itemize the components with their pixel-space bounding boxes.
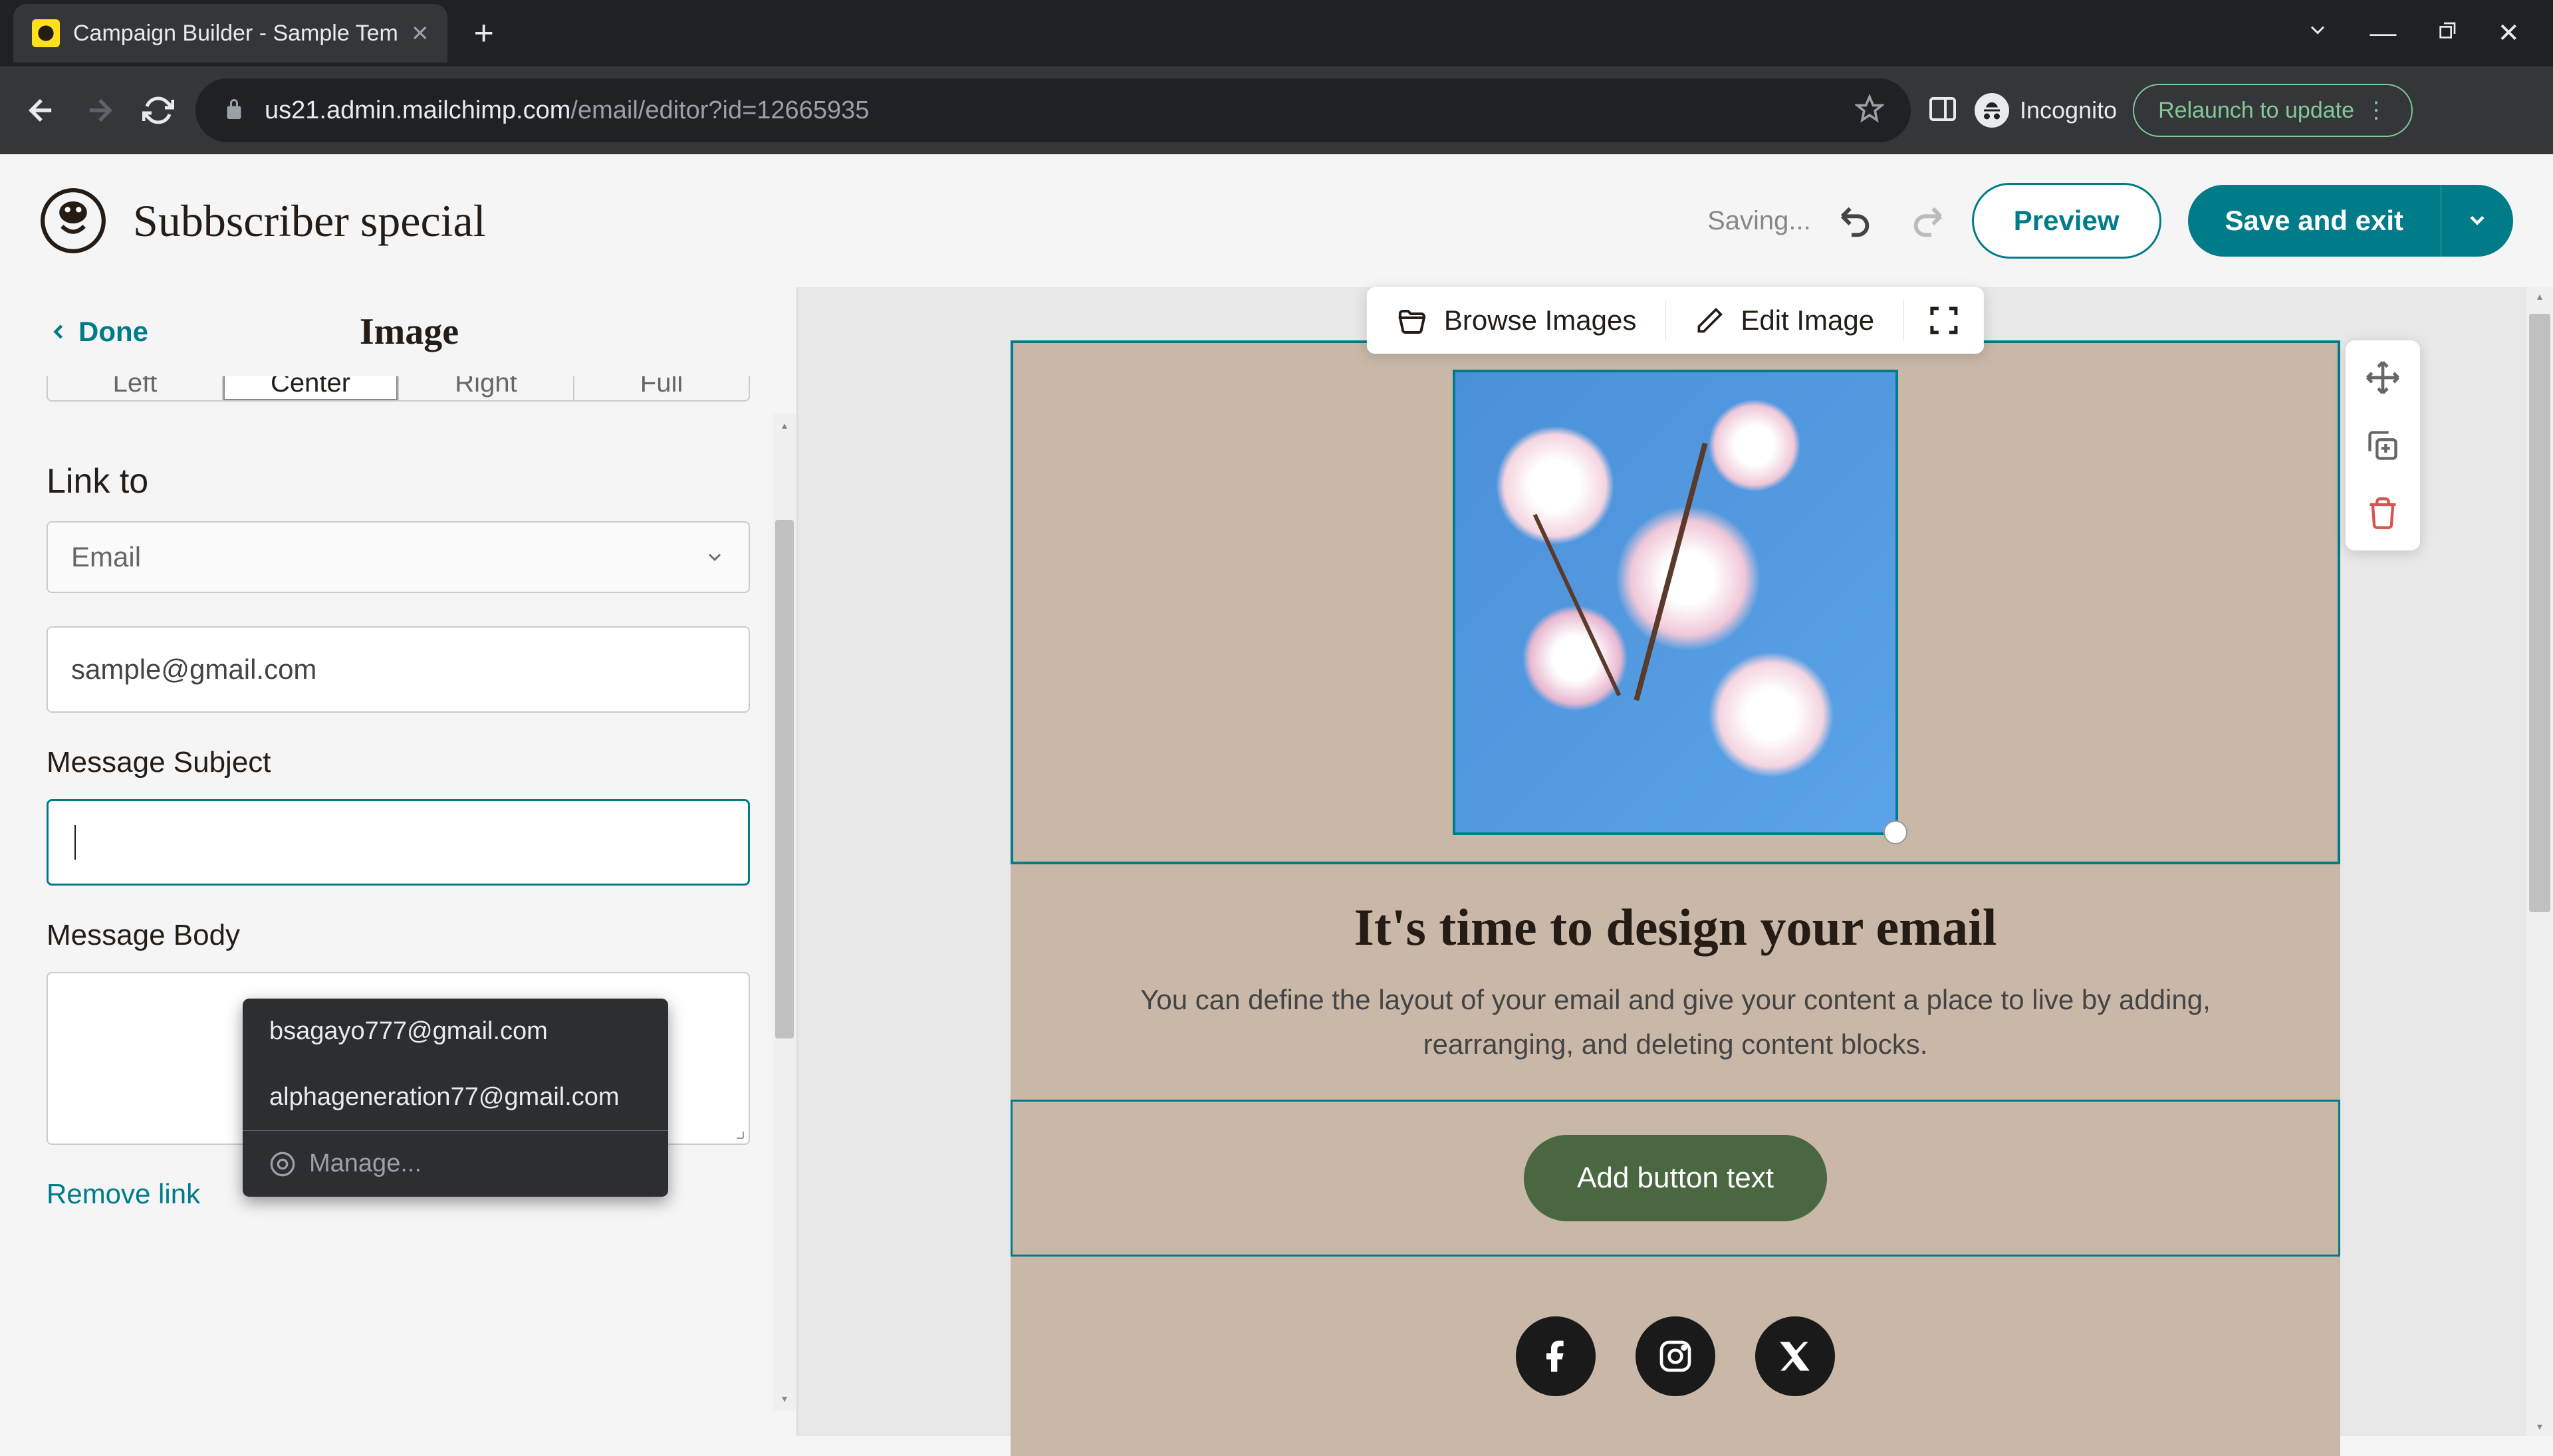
move-block-button[interactable] — [2359, 354, 2407, 402]
link-type-select[interactable]: Email — [47, 521, 750, 593]
window-controls: — ✕ — [2306, 0, 2553, 66]
sidebar-scrollbar[interactable]: ▴ ▾ — [773, 414, 796, 1411]
star-icon[interactable] — [1855, 94, 1884, 127]
forward-button[interactable] — [78, 89, 121, 132]
text-block[interactable]: It's time to design your email You can d… — [1011, 864, 2340, 1100]
browser-url-bar: us21.admin.mailchimp.com/email/editor?id… — [0, 66, 2553, 154]
message-subject-label: Message Subject — [47, 746, 750, 779]
reload-button[interactable] — [137, 89, 180, 132]
edit-image-button[interactable]: Edit Image — [1666, 287, 1903, 354]
mailchimp-logo[interactable] — [40, 187, 106, 254]
fullscreen-button[interactable] — [1904, 287, 1984, 354]
cherry-blossom-image — [1455, 372, 1895, 832]
side-panel-icon[interactable] — [1927, 93, 1959, 128]
new-tab-button[interactable]: + — [474, 13, 494, 53]
link-to-label: Link to — [47, 461, 750, 501]
tab-title: Campaign Builder - Sample Tem — [73, 21, 398, 47]
align-center[interactable]: Center — [223, 376, 399, 400]
tab-search-icon[interactable] — [2306, 18, 2330, 49]
image-element[interactable] — [1453, 370, 1898, 835]
autofill-dropdown: bsagayo777@gmail.com alphageneration77@g… — [243, 999, 668, 1197]
text-cursor — [74, 825, 76, 860]
browser-tab-bar: Campaign Builder - Sample Tem × + — ✕ — [0, 0, 2553, 66]
campaign-name[interactable]: Subbscriber special — [133, 195, 486, 247]
scroll-down-icon[interactable]: ▾ — [773, 1387, 796, 1411]
block-toolbar — [2346, 340, 2420, 550]
incognito-badge[interactable]: Incognito — [1975, 93, 2117, 128]
pencil-icon — [1695, 306, 1725, 335]
email-heading: It's time to design your email — [1077, 898, 2274, 957]
image-context-toolbar: Browse Images Edit Image — [1367, 287, 1984, 354]
scrollbar-thumb[interactable] — [2529, 314, 2550, 912]
done-button[interactable]: Done — [47, 316, 148, 348]
close-tab-icon[interactable]: × — [412, 17, 429, 50]
browse-images-button[interactable]: Browse Images — [1367, 287, 1665, 354]
maximize-icon[interactable] — [2436, 19, 2457, 49]
panel-title: Image — [360, 310, 539, 353]
url-field[interactable]: us21.admin.mailchimp.com/email/editor?id… — [195, 78, 1911, 142]
more-icon: ⋮ — [2365, 97, 2387, 124]
email-body: It's time to design your email You can d… — [1011, 340, 2340, 1456]
social-icons-row[interactable] — [1011, 1296, 2340, 1416]
relaunch-button[interactable]: Relaunch to update ⋮ — [2133, 84, 2413, 137]
button-block[interactable]: Add button text — [1011, 1100, 2340, 1257]
saving-status: Saving... — [1707, 206, 1811, 236]
folder-open-icon — [1396, 304, 1428, 336]
close-window-icon[interactable]: ✕ — [2497, 18, 2520, 49]
autofill-suggestion[interactable]: alphageneration77@gmail.com — [243, 1064, 668, 1130]
autofill-suggestion[interactable]: bsagayo777@gmail.com — [243, 999, 668, 1064]
message-body-label: Message Body — [47, 919, 750, 952]
align-right[interactable]: Right — [399, 376, 574, 400]
mailchimp-favicon — [32, 19, 60, 47]
message-subject-input[interactable] — [47, 799, 750, 886]
undo-button[interactable] — [1838, 201, 1875, 241]
back-button[interactable] — [20, 89, 62, 132]
resize-handle-icon[interactable] — [729, 1124, 745, 1140]
chrome-icon — [269, 1151, 296, 1177]
chevron-down-icon — [704, 546, 725, 568]
image-block-selected[interactable] — [1011, 340, 2340, 864]
incognito-icon — [1975, 93, 2009, 128]
align-left[interactable]: Left — [48, 376, 223, 400]
align-full[interactable]: Full — [574, 376, 749, 400]
x-twitter-icon[interactable] — [1755, 1316, 1835, 1396]
save-and-exit-button[interactable]: Save and exit — [2188, 185, 2441, 257]
alignment-segmented: Left Center Right Full — [47, 376, 750, 402]
canvas-scrollbar[interactable]: ▴ ▾ — [2526, 287, 2553, 1436]
resize-handle[interactable] — [1884, 820, 1907, 844]
instagram-icon[interactable] — [1636, 1316, 1715, 1396]
app-header: Subbscriber special Saving... Preview Sa… — [0, 154, 2553, 287]
delete-block-button[interactable] — [2359, 489, 2407, 537]
scroll-up-icon[interactable]: ▴ — [773, 414, 796, 437]
browser-tab[interactable]: Campaign Builder - Sample Tem × — [13, 4, 447, 62]
scrollbar-thumb[interactable] — [775, 520, 794, 1038]
url-text: us21.admin.mailchimp.com/email/editor?id… — [265, 96, 869, 125]
scroll-up-icon[interactable]: ▴ — [2526, 290, 2553, 303]
fullscreen-icon — [1928, 304, 1960, 336]
editor-canvas[interactable]: Browse Images Edit Image — [798, 287, 2553, 1436]
save-dropdown-button[interactable] — [2441, 185, 2513, 257]
duplicate-block-button[interactable] — [2359, 422, 2407, 469]
autofill-manage-button[interactable]: Manage... — [243, 1131, 668, 1197]
scroll-down-icon[interactable]: ▾ — [2526, 1420, 2553, 1433]
lock-icon — [222, 97, 246, 124]
email-paragraph: You can define the layout of your email … — [1077, 977, 2274, 1066]
facebook-icon[interactable] — [1516, 1316, 1596, 1396]
minimize-icon[interactable]: — — [2370, 19, 2396, 49]
email-cta-button[interactable]: Add button text — [1524, 1135, 1827, 1221]
properties-sidebar: Done Image Left Center Right Full Link t… — [0, 287, 798, 1436]
redo-button[interactable] — [1908, 201, 1945, 241]
email-address-input[interactable] — [47, 626, 750, 713]
preview-button[interactable]: Preview — [1972, 183, 2161, 259]
